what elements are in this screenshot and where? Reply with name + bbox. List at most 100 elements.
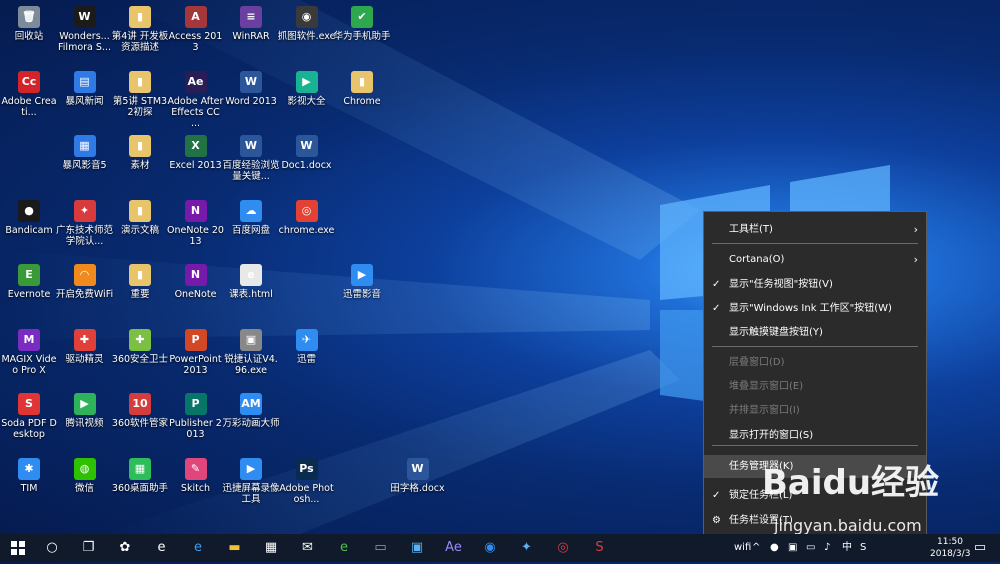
desktop-icon[interactable]: A Access 2013 (167, 0, 225, 60)
tray-icon[interactable]: S (860, 534, 866, 562)
app-icon: Ps (295, 457, 318, 480)
desktop-icon[interactable]: X Excel 2013 (167, 129, 225, 189)
laptop-app-icon[interactable]: ▭ (369, 536, 393, 560)
desktop-icon[interactable]: ◎ chrome.exe (278, 194, 336, 254)
desktop-icon[interactable]: ▤ 暴风新闻 (56, 65, 114, 125)
desktop-icon[interactable]: ▮ Chrome (333, 65, 391, 125)
app-icon: ✚ (73, 328, 96, 351)
desktop-icon[interactable]: W Wonders... Filmora S... (56, 0, 114, 60)
notification-icon[interactable]: ▭ (968, 536, 992, 560)
desktop-icon[interactable]: ✎ Skitch (167, 452, 225, 512)
desktop-icon[interactable]: ☁ 百度网盘 (222, 194, 280, 254)
desktop-icon[interactable]: Ps Adobe Photosh... (278, 452, 336, 512)
ie-icon[interactable]: e (150, 536, 174, 560)
desktop-icon[interactable]: ✔ 华为手机助手 (333, 0, 391, 60)
tray-icon[interactable]: 中 (842, 534, 852, 562)
desktop-icon[interactable]: ✚ 驱动精灵 (56, 323, 114, 383)
desktop-icon-label: 广东技术师范学院认... (55, 224, 113, 247)
desktop-icon[interactable]: ● Bandicam (0, 194, 58, 254)
windows-logo-icon[interactable] (6, 536, 30, 560)
desktop-icon[interactable]: ▮ 第5讲 STM32初探 (111, 65, 169, 125)
tray-icon[interactable]: ● (770, 534, 779, 562)
tray-icon[interactable]: ▭ (806, 534, 815, 562)
app-icon: ✎ (184, 457, 207, 480)
desktop-icon[interactable]: M MAGIX Video Pro X (0, 323, 58, 383)
menu-item[interactable]: 显示打开的窗口(S) (704, 424, 926, 447)
menu-item[interactable]: 显示触摸键盘按钮(Y) (704, 321, 926, 344)
menu-item-label: 显示触摸键盘按钮(Y) (729, 327, 823, 338)
desktop-icon[interactable]: P PowerPoint 2013 (167, 323, 225, 383)
remote-app-icon[interactable]: ▣ (405, 536, 429, 560)
desktop-icon[interactable]: ◉ 抓图软件.exe (278, 0, 336, 60)
desktop-icon[interactable]: ▮ 演示文稿 (111, 194, 169, 254)
desktop-icon[interactable]: W 百度经验浏览量关键... (222, 129, 280, 189)
clock[interactable]: 11:50 2018/3/3 (930, 536, 970, 560)
desktop-icon[interactable]: S Soda PDF Desktop (0, 387, 58, 447)
desktop-icon[interactable]: Ae Adobe After Effects CC ... (167, 65, 225, 129)
desktop-icon[interactable]: ▶ 腾讯视频 (56, 387, 114, 447)
edge-icon[interactable]: e (186, 536, 210, 560)
desktop-icon[interactable]: ▶ 迅雷影音 (333, 258, 391, 318)
desktop-icon[interactable]: ✚ 360安全卫士 (111, 323, 169, 383)
desktop-icon[interactable]: ✦ 广东技术师范学院认... (56, 194, 114, 254)
fan-app-icon[interactable]: ✿ (113, 536, 137, 560)
app-icon: ▮ (129, 199, 151, 222)
desktop-icon[interactable]: ▦ 360桌面助手 (111, 452, 169, 512)
desktop-icon[interactable]: 10 360软件管家 (111, 387, 169, 447)
desktop-icon[interactable]: ◍ 微信 (56, 452, 114, 512)
desktop-icon[interactable]: W Word 2013 (222, 65, 280, 125)
menu-item: 并排显示窗口(I) (704, 399, 926, 422)
menu-item[interactable]: ✓ 显示"任务视图"按钮(V) (704, 273, 926, 296)
task-view-icon[interactable]: ❐ (77, 536, 101, 560)
app-icon: ▶ (240, 457, 262, 480)
menu-item[interactable]: Cortana(O) › (704, 248, 926, 271)
tray-icon[interactable]: ▣ (788, 534, 797, 562)
after-effects-icon[interactable]: Ae (442, 536, 466, 560)
desktop-icon[interactable]: ✈ 迅雷 (278, 323, 336, 383)
desktop-icon[interactable]: ▶ 迅捷屏幕录像工具 (222, 452, 280, 512)
tray-icon[interactable]: ^ (752, 534, 760, 562)
tray-icon[interactable]: wifi (734, 534, 751, 562)
360-browser-icon[interactable]: e (332, 536, 356, 560)
desktop-icon[interactable]: 🗑 回收站 (0, 0, 58, 60)
menu-item[interactable]: ✓ 显示"Windows Ink 工作区"按钮(W) (704, 297, 926, 320)
tray-icon[interactable]: ♪ (824, 534, 830, 562)
desktop-icon[interactable]: ▮ 第4讲 开发板资源描述 (111, 0, 169, 60)
cortana-circle-icon[interactable]: ○ (40, 536, 64, 560)
desktop-icon-label: 迅雷影音 (342, 289, 381, 300)
desktop-icon[interactable]: e 课表.html (222, 258, 280, 318)
desktop-icon[interactable]: W Doc1.docx (278, 129, 336, 189)
media-player-icon[interactable]: ◉ (478, 536, 502, 560)
menu-item-label: 显示"任务视图"按钮(V) (729, 279, 833, 290)
menu-item[interactable]: 工具栏(T) › (704, 218, 926, 241)
app-icon: W (406, 457, 429, 480)
desktop-icon[interactable]: W 田字格.docx (389, 452, 447, 512)
netease-music-icon[interactable]: ◎ (551, 536, 575, 560)
desktop-icon[interactable]: ▶ 影视大全 (278, 65, 336, 125)
desktop-icon-label: 360软件管家 (111, 418, 169, 429)
desktop-icon-label: 驱动精灵 (65, 353, 104, 365)
store-icon[interactable]: ▦ (259, 536, 283, 560)
mail-icon[interactable]: ✉ (296, 536, 320, 560)
app-icon: W (240, 70, 262, 93)
desktop-icon[interactable]: ▮ 素材 (111, 129, 169, 189)
file-explorer-icon[interactable]: ▬ (223, 536, 247, 560)
desktop-icon[interactable]: N OneNote (167, 258, 225, 318)
desktop-icon[interactable]: Cc Adobe Creati... (0, 65, 58, 125)
desktop-icon[interactable]: ▮ 重要 (111, 258, 169, 318)
sohu-app-icon[interactable]: S (588, 536, 612, 560)
app-icon: ≡ (240, 6, 262, 28)
desktop-icon[interactable]: ▣ 锐捷认证V4.96.exe (222, 323, 280, 383)
desktop-icon[interactable]: ✱ TIM (0, 452, 58, 512)
desktop-icon[interactable]: ▦ 暴风影音5 (56, 129, 114, 189)
desktop-icon[interactable]: ≡ WinRAR (222, 0, 280, 60)
desktop-icon[interactable]: AM 万彩动画大师 (222, 387, 280, 447)
desktop-icon-label: 迅捷屏幕录像工具 (222, 482, 280, 505)
desktop-icon[interactable]: E Evernote (0, 258, 58, 318)
desktop-icon-label: Word 2013 (225, 95, 277, 107)
bird-app-icon[interactable]: ✦ (515, 536, 539, 560)
desktop-icon[interactable]: ◠ 开启免费WiFi (56, 258, 114, 318)
desktop-icon[interactable]: P Publisher 2013 (167, 387, 225, 447)
desktop-icon[interactable]: N OneNote 2013 (167, 194, 225, 254)
desktop-icon-label: 百度网盘 (231, 224, 270, 236)
